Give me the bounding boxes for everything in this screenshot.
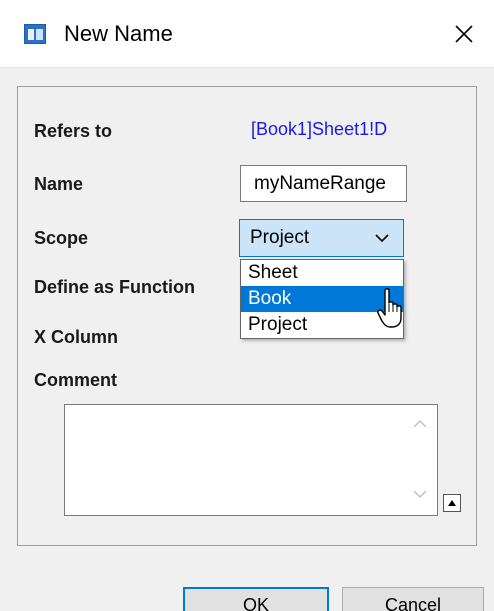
dialog-title: New Name <box>64 21 173 46</box>
refers-to-link[interactable]: [Book1]Sheet1!D <box>251 117 387 141</box>
define-as-function-label: Define as Function <box>34 277 196 297</box>
scope-combobox[interactable]: Project <box>239 219 404 257</box>
x-column-label: X Column <box>34 327 118 347</box>
refers-to-label: Refers to <box>34 121 113 141</box>
close-icon <box>455 25 473 43</box>
comment-expand-button[interactable] <box>443 494 461 512</box>
comment-label: Comment <box>34 370 118 390</box>
chevron-down-icon <box>375 234 389 243</box>
ok-button[interactable]: OK <box>183 587 329 611</box>
new-name-dialog: New Name Refers to [Book1]Sheet1!D Name … <box>0 0 494 611</box>
scope-option-sheet[interactable]: Sheet <box>241 260 403 286</box>
comment-scrollbar[interactable] <box>403 405 437 515</box>
scope-selected-value: Project <box>250 227 310 248</box>
title-bar[interactable]: New Name <box>0 0 494 68</box>
mouse-pointer-icon <box>377 288 402 328</box>
scope-label: Scope <box>34 228 89 248</box>
scroll-up-icon[interactable] <box>412 419 428 429</box>
name-input[interactable]: myNameRange <box>240 165 407 202</box>
window-app-icon <box>24 24 46 44</box>
close-button[interactable] <box>434 0 494 68</box>
name-label: Name <box>34 174 84 194</box>
cancel-button[interactable]: Cancel <box>342 587 484 611</box>
expand-triangle-icon <box>448 500 456 506</box>
comment-textarea[interactable] <box>64 404 438 516</box>
scroll-down-icon[interactable] <box>412 489 428 499</box>
